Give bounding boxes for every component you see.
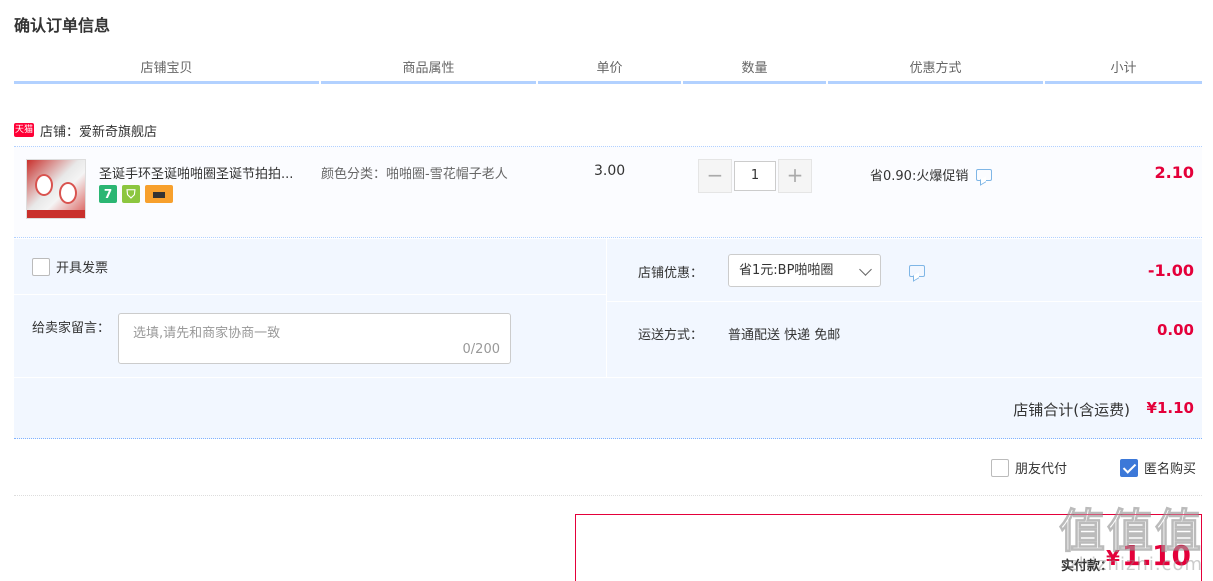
anonymous-checkbox[interactable] xyxy=(1120,458,1138,477)
column-header-attr: 商品属性 xyxy=(321,58,536,84)
shop-total-row: 店铺合计(含运费) ¥1.10 xyxy=(14,377,1202,439)
credit-card-icon[interactable] xyxy=(145,185,173,203)
seller-message-textarea[interactable]: 选填,请先和商家协商一致 0/200 xyxy=(118,313,511,364)
column-header-promo: 优惠方式 xyxy=(828,58,1043,84)
quantity-increase-button[interactable]: + xyxy=(778,159,812,193)
watermark-logo: 值值值 xyxy=(1059,504,1203,558)
column-header-price: 单价 xyxy=(538,58,681,84)
order-extras-panel: 开具发票 给卖家留言： 选填,请先和商家协商一致 0/200 店铺优惠： 省1元… xyxy=(14,239,1202,377)
site-watermark: 值值值 zhizhizhi.com xyxy=(1059,504,1203,576)
shipping-label: 运送方式： xyxy=(638,328,704,343)
shipping-method: 普通配送 快递 免邮 xyxy=(728,328,841,343)
promotion-text: 省0.90:火爆促销 xyxy=(870,169,969,184)
shop-row: 天猫 店铺：爱新奇旗舰店 xyxy=(14,115,157,145)
column-header-item: 店铺宝贝 xyxy=(14,58,319,84)
order-item-row: 圣诞手环圣诞啪啪圈圣诞节拍拍... 7 ⛉ 颜色分类：啪啪圈-雪花帽子老人 3.… xyxy=(14,146,1202,238)
chevron-down-icon xyxy=(859,263,872,276)
page-title: 确认订单信息 xyxy=(14,16,111,35)
shipping-amount: 0.00 xyxy=(1156,321,1194,339)
purchase-options: 朋友代付 匿名购买 xyxy=(14,440,1202,496)
anonymous-label: 匿名购买 xyxy=(1144,462,1197,477)
invoice-checkbox[interactable] xyxy=(32,257,50,276)
shop-name-link[interactable]: 店铺：爱新奇旗舰店 xyxy=(40,121,157,140)
shop-total-amount: ¥1.10 xyxy=(1146,399,1194,417)
shop-coupon-value: 省1元:BP啪啪圈 xyxy=(739,263,834,278)
quantity-input[interactable]: 1 xyxy=(734,161,776,191)
unit-price: 3.00 xyxy=(594,163,626,179)
friend-pay-option[interactable]: 朋友代付 xyxy=(991,458,1067,477)
service-badges: 7 ⛉ xyxy=(99,185,173,203)
friend-pay-checkbox[interactable] xyxy=(991,458,1009,477)
watermark-url: zhizhizhi.com xyxy=(1068,554,1203,575)
shop-total-label: 店铺合计(含运费) xyxy=(1013,401,1130,419)
column-header-qty: 数量 xyxy=(683,58,826,84)
invoice-label: 开具发票 xyxy=(56,261,109,276)
product-thumbnail[interactable] xyxy=(26,159,86,219)
message-char-count: 0/200 xyxy=(462,342,500,357)
seven-day-return-icon[interactable]: 7 xyxy=(99,185,117,203)
column-header: 店铺宝贝 商品属性 单价 数量 优惠方式 小计 xyxy=(14,58,1202,84)
message-placeholder: 选填,请先和商家协商一致 xyxy=(133,326,281,341)
item-subtotal: 2.10 xyxy=(1154,163,1194,182)
quantity-stepper: − 1 + xyxy=(698,159,812,193)
column-header-subtotal: 小计 xyxy=(1045,58,1202,84)
invoice-option[interactable]: 开具发票 xyxy=(32,257,108,276)
product-attribute: 颜色分类：啪啪圈-雪花帽子老人 xyxy=(321,167,508,182)
promotion-info: 省0.90:火爆促销 xyxy=(870,165,993,184)
guarantee-icon[interactable]: ⛉ xyxy=(122,185,140,203)
shop-coupon-label: 店铺优惠： xyxy=(638,266,704,281)
tmall-icon: 天猫 xyxy=(14,123,34,137)
chat-icon[interactable] xyxy=(976,168,993,181)
friend-pay-label: 朋友代付 xyxy=(1015,462,1068,477)
message-label: 给卖家留言： xyxy=(32,321,111,336)
anonymous-option[interactable]: 匿名购买 xyxy=(1120,458,1196,477)
shop-coupon-amount: -1.00 xyxy=(1147,261,1194,280)
product-title-link[interactable]: 圣诞手环圣诞啪啪圈圣诞节拍拍... xyxy=(99,163,319,182)
quantity-decrease-button[interactable]: − xyxy=(698,159,732,193)
coupon-chat-icon[interactable] xyxy=(909,265,925,277)
shop-coupon-select[interactable]: 省1元:BP啪啪圈 xyxy=(728,254,881,287)
